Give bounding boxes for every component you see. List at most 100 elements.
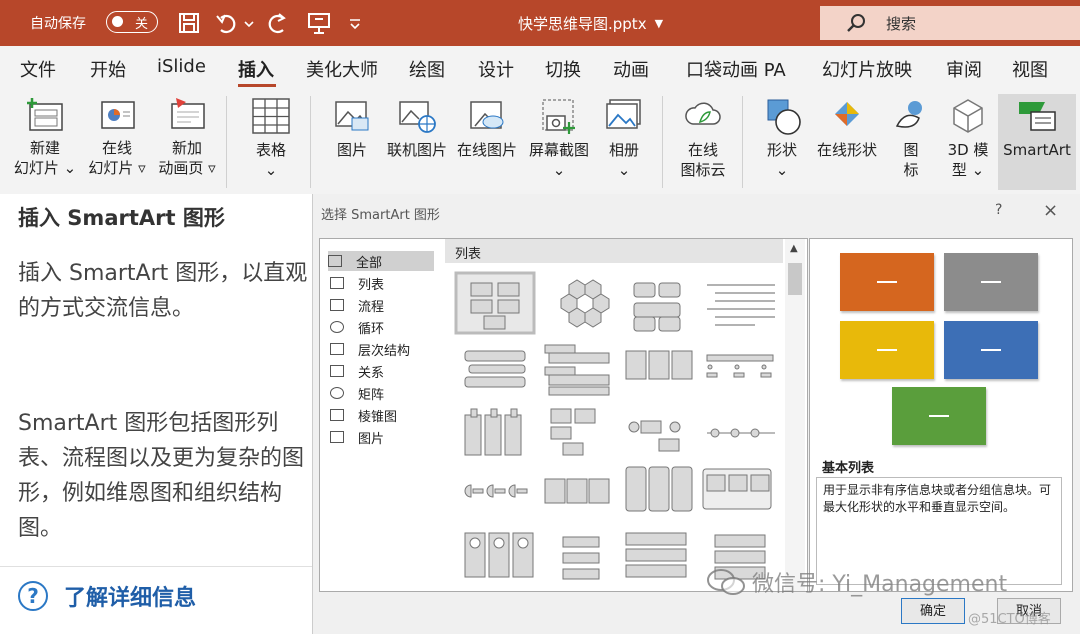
category-cycle[interactable]: 循环: [330, 317, 384, 337]
layout-thumbnail-rounded-list[interactable]: [625, 532, 687, 578]
category-list-type[interactable]: 列表: [330, 273, 384, 293]
layout-scrollbar[interactable]: ▲: [785, 239, 805, 591]
ribbon-separator: [662, 96, 663, 188]
document-title[interactable]: 快学思维导图.pptx ▼: [518, 0, 663, 46]
layout-thumbnail-block-list[interactable]: [702, 468, 772, 510]
help-icon[interactable]: ?: [995, 202, 1002, 218]
category-label: 列表: [358, 277, 385, 293]
tab-review[interactable]: 审阅: [946, 56, 982, 82]
layout-thumbnail-hexagon[interactable]: [560, 279, 610, 328]
category-label: 全部: [356, 255, 383, 271]
search-icon: [847, 14, 865, 32]
tab-beautify-master[interactable]: 美化大师: [306, 56, 378, 82]
online-pictures-button[interactable]: 联机图片: [382, 96, 452, 160]
learn-more-link[interactable]: ? 了解详细信息: [18, 580, 196, 612]
category-pyramid[interactable]: 棱锥图: [330, 405, 397, 425]
online-shapes-icon: [835, 102, 859, 126]
scroll-up-icon[interactable]: ▲: [790, 243, 798, 254]
category-picture[interactable]: 图片: [330, 427, 384, 447]
category-process[interactable]: 流程: [330, 295, 384, 315]
shapes-button[interactable]: 形状 ⌄: [752, 96, 812, 180]
title-bar: 自动保存 关 快学思维导图.pptx ▼ 搜索: [0, 0, 1080, 46]
layout-thumbnail-vertical-box-list[interactable]: [464, 408, 522, 456]
smartart-button[interactable]: SmartArt: [998, 94, 1076, 190]
scrollbar-thumb[interactable]: [788, 263, 802, 295]
ok-button[interactable]: 确定: [901, 598, 965, 624]
ribbon-separator: [310, 96, 311, 188]
3d-models-button[interactable]: 3D 模 型 ⌄: [940, 96, 996, 180]
shapes-label: 形状: [766, 141, 797, 159]
online-slide-button[interactable]: 在线 幻灯片 ▿: [84, 96, 150, 178]
tab-pocket-animation[interactable]: 口袋动画 PA: [686, 56, 786, 82]
ribbon-separator: [226, 96, 227, 188]
online-images-label: 在线图片: [456, 141, 517, 159]
tab-animations[interactable]: 动画: [613, 56, 649, 82]
document-title-text: 快学思维导图.pptx: [518, 14, 647, 33]
layout-thumbnail-table-list[interactable]: [625, 350, 693, 380]
screenshot-icon: [542, 99, 575, 134]
layout-thumbnail-continuous-dots[interactable]: [707, 428, 775, 438]
icon-cloud-label-1: 在线: [687, 141, 718, 159]
save-icon[interactable]: [176, 10, 202, 36]
tab-slideshow[interactable]: 幻灯片放映: [822, 56, 912, 82]
tab-islide[interactable]: iSlide: [157, 56, 206, 77]
close-icon[interactable]: ×: [1043, 200, 1058, 221]
tab-file[interactable]: 文件: [20, 56, 56, 82]
online-pictures-icon: [399, 101, 436, 133]
category-relationship[interactable]: 关系: [330, 361, 384, 381]
category-label: 循环: [358, 321, 385, 337]
search-box[interactable]: 搜索: [820, 6, 1080, 40]
layout-thumbnail-grouped-list[interactable]: [633, 282, 681, 332]
category-label: 图片: [358, 431, 385, 447]
icons-button[interactable]: 图 标: [886, 96, 936, 180]
new-animation-page-icon: [171, 98, 205, 129]
photo-album-button[interactable]: 相册 ⌄: [598, 96, 650, 180]
tab-insert[interactable]: 插入: [238, 56, 274, 82]
layout-thumbnail-half-circle[interactable]: [464, 484, 528, 498]
layout-thumbnail-stacked-list[interactable]: [464, 350, 526, 388]
watermark-text: 微信号: Yi_Management: [752, 572, 1008, 597]
layout-thumbnail-picture-caption[interactable]: [550, 408, 596, 456]
layout-thumbnail-horizontal-bullet[interactable]: [544, 344, 610, 396]
layout-thumbnail-vertical-bullet[interactable]: [706, 354, 774, 378]
online-pictures-label: 联机图片: [386, 141, 447, 159]
autosave-toggle[interactable]: 关: [106, 11, 158, 33]
category-label: 关系: [358, 365, 385, 381]
redo-icon[interactable]: [264, 10, 290, 36]
category-hierarchy[interactable]: 层次结构: [330, 339, 410, 359]
online-shapes-button[interactable]: 在线形状: [812, 96, 882, 160]
layout-thumbnail-icon-list[interactable]: [562, 536, 600, 580]
screenshot-button[interactable]: 屏幕截图 ⌄: [524, 96, 594, 180]
icons-label-2: 标: [903, 161, 919, 179]
new-slide-icon: [27, 98, 63, 131]
layout-thumbnail-bending-list[interactable]: [628, 420, 681, 452]
table-button[interactable]: 表格 ⌄: [240, 96, 302, 180]
new-animation-page-button[interactable]: 新加 动画页 ▿: [154, 96, 220, 178]
category-all[interactable]: 全部: [328, 251, 434, 271]
picture-button[interactable]: 图片: [326, 96, 378, 160]
category-label: 层次结构: [358, 343, 411, 359]
layout-thumbnail-tab-list[interactable]: [625, 466, 693, 512]
layout-thumbnail-circle-picture-list[interactable]: [464, 532, 534, 578]
customize-quick-access-icon[interactable]: [346, 10, 364, 36]
tab-view[interactable]: 视图: [1012, 56, 1048, 82]
category-matrix[interactable]: 矩阵: [330, 383, 384, 403]
online-slide-icon: [101, 101, 135, 129]
layout-thumbnail-basic-list[interactable]: [454, 271, 536, 335]
tab-home[interactable]: 开始: [90, 56, 126, 82]
new-slide-button[interactable]: 新建 幻灯片 ⌄: [12, 96, 78, 178]
tab-draw[interactable]: 绘图: [409, 56, 445, 82]
tab-transitions[interactable]: 切换: [545, 56, 581, 82]
undo-dropdown-icon[interactable]: [242, 10, 256, 36]
icon-cloud-button[interactable]: 在线 图标云: [672, 96, 734, 180]
tooltip-body-1: 插入 SmartArt 图形，以直观的方式交流信息。: [18, 261, 308, 321]
new-slide-label-1: 新建: [29, 139, 60, 157]
autosave-state: 关: [135, 17, 149, 32]
online-images-button[interactable]: 在线图片: [452, 96, 522, 160]
tab-design[interactable]: 设计: [478, 56, 514, 82]
present-icon[interactable]: [306, 10, 332, 36]
undo-icon[interactable]: [214, 10, 240, 36]
layout-thumbnail-arrow-list[interactable]: [544, 478, 610, 504]
new-animation-page-label-1: 新加: [171, 139, 202, 157]
layout-thumbnail-lined-list[interactable]: [707, 284, 775, 326]
